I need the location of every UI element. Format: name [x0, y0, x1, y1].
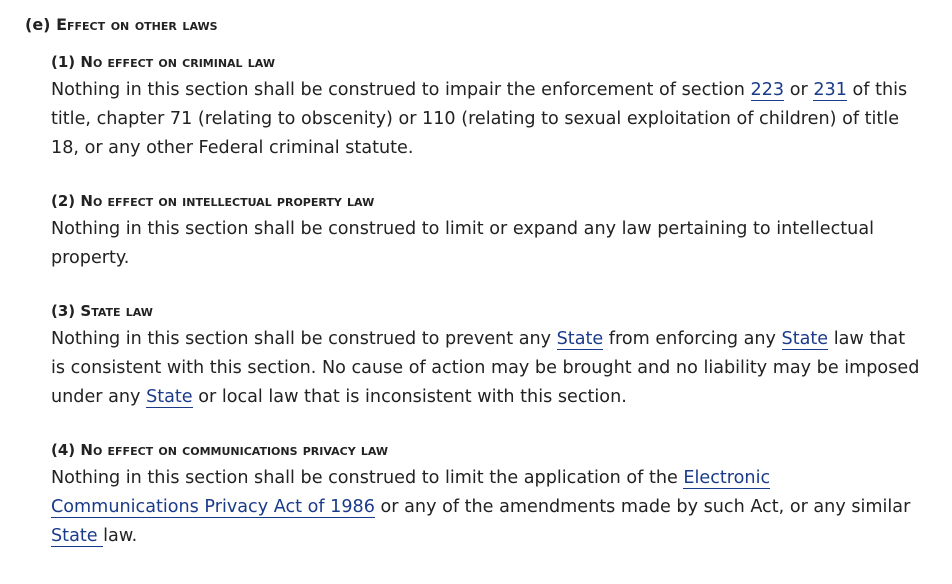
subsection-no-effect-ip-law: (2) No effect on intellectual property l… [51, 190, 923, 273]
subsection-title-rest: o effect on criminal law [92, 53, 275, 71]
subsection-communications-privacy-law: (4) No effect on communications privacy … [51, 439, 923, 551]
subsection-title-initial: N [80, 192, 93, 210]
body-text-segment: Nothing in this section shall be constru… [51, 329, 557, 349]
subsection-body: Nothing in this section shall be constru… [51, 464, 923, 551]
subsection-label: (2) [51, 192, 76, 210]
subsection-heading: (4) No effect on communications privacy … [51, 439, 923, 461]
subsection-title-initial: N [80, 53, 93, 71]
body-text-segment: or local law that is inconsistent with t… [192, 387, 627, 407]
body-text-segment: Nothing in this section shall be constru… [51, 80, 751, 100]
body-text-segment: Nothing in this section shall be constru… [51, 219, 874, 268]
subsection-state-law: (3) State law Nothing in this section sh… [51, 300, 923, 412]
subsection-heading: (3) State law [51, 300, 923, 322]
state-definition-link[interactable]: State [556, 329, 604, 350]
subsection-body: Nothing in this section shall be constru… [51, 76, 923, 163]
subsection-title: No effect on communications privacy law [80, 441, 388, 459]
subsection-label: (4) [51, 441, 76, 459]
state-definition-link[interactable]: State [51, 526, 104, 547]
section-label: (e) [25, 15, 51, 34]
document-page: (e) Effect on other laws (1) No effect o… [0, 0, 952, 584]
body-text-segment: law. [103, 526, 138, 546]
subsection-title-rest: o effect on intellectual property law [92, 192, 375, 210]
subsection-no-effect-criminal-law: (1) No effect on criminal law Nothing in… [51, 51, 923, 163]
body-text-segment: from enforcing any [603, 329, 782, 349]
state-definition-link[interactable]: State [146, 387, 193, 408]
subsection-heading: (2) No effect on intellectual property l… [51, 190, 923, 212]
subsection-title-initial: N [80, 441, 93, 459]
section-231-link[interactable]: 231 [813, 80, 847, 101]
subsection-title: State law [80, 302, 153, 320]
section-title-rest: ffect on other laws [67, 15, 218, 34]
subsection-label: (1) [51, 53, 76, 71]
subsection-title-rest: o effect on communications privacy law [92, 441, 389, 459]
subsection-title-rest: tate law [91, 302, 153, 320]
state-definition-link[interactable]: State [781, 329, 829, 350]
subsection-title-initial: S [80, 302, 92, 320]
subsection-title: No effect on intellectual property law [80, 192, 374, 210]
subsection-label: (3) [51, 302, 76, 320]
body-text-segment: or [784, 80, 814, 100]
subsection-heading: (1) No effect on criminal law [51, 51, 923, 73]
body-text-segment: or any of the amendments made by such Ac… [374, 497, 911, 517]
section-title-initial: E [56, 15, 67, 34]
subsection-title: No effect on criminal law [80, 53, 275, 71]
section-title: Effect on other laws [56, 15, 217, 34]
subsection-body: Nothing in this section shall be constru… [51, 325, 923, 412]
section-223-link[interactable]: 223 [750, 80, 785, 101]
subsection-body: Nothing in this section shall be constru… [51, 215, 923, 273]
body-text-segment: Nothing in this section shall be constru… [51, 468, 684, 488]
section-heading: (e) Effect on other laws [25, 12, 928, 38]
subsection-list: (1) No effect on criminal law Nothing in… [51, 51, 923, 551]
